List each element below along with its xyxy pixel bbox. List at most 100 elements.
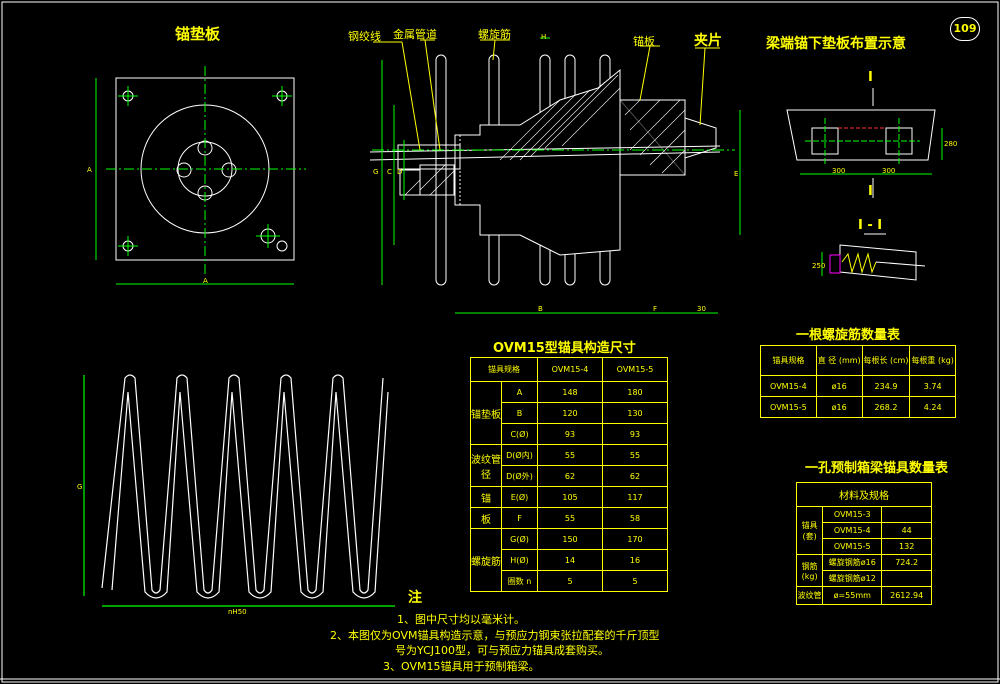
callout-anchor-plate: 锚板 (633, 35, 655, 48)
note-line-2: 2、本图仅为OVM锚具构造示意，与预应力钢束张拉配套的千斤顶型 (330, 629, 660, 642)
dim-table-value: 5 (602, 570, 668, 592)
box-table-header: 材料及规格 (796, 482, 932, 507)
spiral-table-header: 每根重 (kg) (909, 345, 956, 376)
dim-label-a-horizontal: A (203, 277, 208, 285)
box-table-group-steel: 钢筋(kg) (795, 554, 824, 587)
note-line-4: 3、OVM15锚具用于预制箱梁。 (383, 660, 540, 673)
spiral-table-cell: 268.2 (861, 396, 911, 418)
dim-label-e: E (734, 170, 739, 178)
spiral-table-cell: ø16 (815, 375, 863, 397)
dim-table-group-anchor-plate: 锚垫板 (470, 381, 502, 445)
spiral-table-cell: OVM15-4 (760, 375, 817, 397)
spiral-table-cell: 3.74 (909, 375, 956, 397)
dim-table-value: 180 (602, 381, 668, 403)
dim-table-value: 58 (602, 507, 668, 529)
dim-table-group-spiral: 螺旋筋 (470, 528, 502, 592)
dim-label-c: C (387, 168, 392, 176)
dim-table-value: 5 (537, 570, 603, 592)
dim-table-group-anchor: 锚 (470, 486, 502, 508)
dim-table-value: 14 (537, 549, 603, 571)
anchor-plate-title: 锚垫板 (175, 25, 221, 43)
box-table-name: OVM15-3 (822, 506, 883, 523)
dim-table-item: D(Ø内) (501, 444, 538, 466)
dim-table-item: F (501, 507, 538, 529)
dim-table-value: 170 (602, 528, 668, 550)
dim-table-value: 62 (537, 465, 603, 487)
dim-table-header-col1: OVM15-4 (537, 357, 603, 382)
box-beam-qty-table-title: 一孔预制箱梁锚具数量表 (805, 461, 949, 476)
box-table-name: ø=55mm (822, 586, 883, 605)
dim-label-g-spiral: G (77, 483, 83, 491)
dim-table-item: B (501, 402, 538, 424)
dimension-table: 锚具规格 OVM15-4 OVM15-5 锚垫板 A 148 180 B 120… (470, 357, 668, 592)
spiral-table-cell: ø16 (815, 396, 863, 418)
dim-label-300-left: 300 (832, 167, 846, 175)
callout-strand: 钢绞线 (348, 30, 381, 43)
box-table-name: OVM15-4 (822, 522, 883, 539)
dim-label-280: 280 (944, 140, 958, 148)
dim-label-f: F (653, 305, 658, 313)
box-table-value: 132 (881, 538, 932, 555)
dim-label-n150: nH50 (228, 608, 247, 616)
section-mark-bottom: I (868, 184, 873, 199)
spiral-table-cell: OVM15-5 (760, 396, 817, 418)
spiral-table-cell: 234.9 (861, 375, 911, 397)
box-table-value: 2612.94 (881, 586, 932, 605)
notes-heading: 注 (408, 590, 422, 606)
dim-table-header-spec: 锚具规格 (470, 357, 538, 382)
dim-table-value: 55 (537, 444, 603, 466)
dim-table-item: C(Ø) (501, 423, 538, 445)
beam-end-layout-title: 梁端锚下垫板布置示意 (766, 36, 906, 52)
section-label: I - I (858, 218, 883, 233)
anchor-plate-drawing (95, 66, 306, 285)
note-line-3: 号为YCJ100型，可与预应力锚具成套购买。 (395, 644, 610, 657)
dim-label-b: B (538, 305, 543, 313)
dim-table-value: 120 (537, 402, 603, 424)
beam-end-layout-drawing (786, 88, 943, 281)
dim-label-a-vertical: A (87, 166, 92, 174)
spiral-bar-drawing (83, 374, 395, 607)
spiral-table-cell: 4.24 (909, 396, 956, 418)
dim-table-item: A (501, 381, 538, 403)
dim-table-value: 62 (602, 465, 668, 487)
box-table-group-duct: 波纹管 (795, 586, 824, 605)
dim-table-value: 55 (537, 507, 603, 529)
dim-table-value: 16 (602, 549, 668, 571)
dim-table-value: 130 (602, 402, 668, 424)
box-table-value (881, 570, 932, 587)
box-table-value: 44 (881, 522, 932, 539)
callout-metal-duct: 金属管道 (393, 28, 437, 41)
dim-table-group-plate: 板 (470, 507, 502, 529)
callout-spiral-bar: 螺旋筋 (478, 28, 511, 41)
callout-clip: 夹片 (694, 33, 722, 49)
dim-table-value: 150 (537, 528, 603, 550)
dim-table-item: D(Ø外) (501, 465, 538, 487)
box-table-group-anchor: 锚具(套) (795, 506, 824, 555)
spiral-qty-table-title: 一根螺旋筋数量表 (796, 328, 901, 343)
box-table-name: OVM15-5 (822, 538, 883, 555)
dim-label-h: H (541, 33, 547, 41)
note-line-1: 1、图中尺寸均以毫米计。 (397, 613, 525, 626)
dim-table-header-col2: OVM15-5 (602, 357, 668, 382)
dimension-table-title: OVM15型锚具构造尺寸 (493, 341, 636, 356)
dim-table-item: 圈数 n (501, 570, 538, 592)
anchor-assembly-drawing (369, 37, 741, 314)
box-table-name: 螺旋钢筋ø16 (822, 554, 883, 571)
dim-table-value: 93 (602, 423, 668, 445)
spiral-table-header: 锚具规格 (760, 345, 817, 376)
box-beam-qty-table: 材料及规格 锚具(套) OVM15-3 OVM15-4 44 OVM15-5 1… (795, 482, 932, 605)
dim-label-30: 30 (697, 305, 706, 313)
dim-table-item: G(Ø) (501, 528, 538, 550)
spiral-table-header: 直 径 (mm) (815, 345, 863, 376)
page-number-badge: 109 (950, 17, 980, 41)
dim-label-d: D (397, 168, 403, 176)
box-table-value (881, 506, 932, 523)
dim-table-value: 117 (602, 486, 668, 508)
section-mark-top: I (868, 70, 873, 85)
dim-table-value: 105 (537, 486, 603, 508)
box-table-name: 螺旋钢筋ø12 (822, 570, 883, 587)
dim-label-250: 250 (812, 262, 826, 270)
box-table-value: 724.2 (881, 554, 932, 571)
dim-table-item: E(Ø) (501, 486, 538, 508)
dim-table-value: 93 (537, 423, 603, 445)
